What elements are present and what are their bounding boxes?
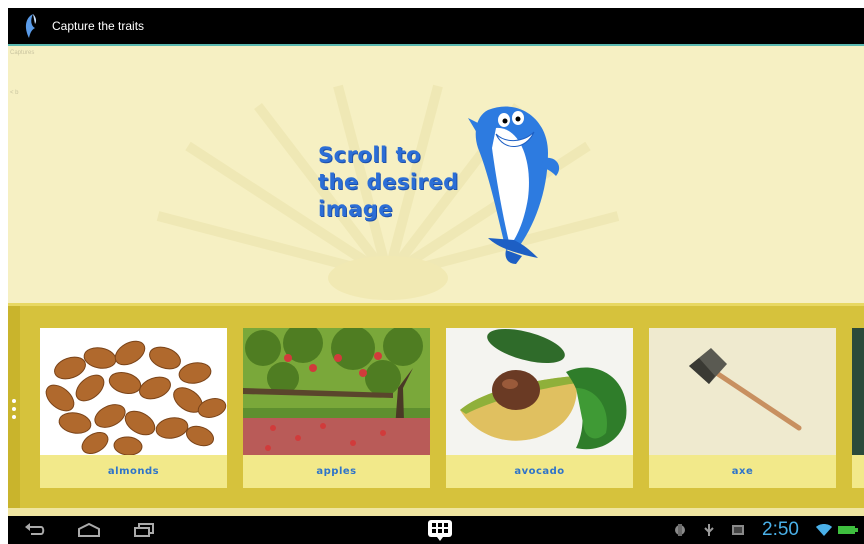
card-almonds[interactable]: almonds bbox=[40, 328, 227, 488]
scroll-instruction-line-1: Scroll to bbox=[318, 143, 422, 167]
carousel-bottom-border bbox=[8, 508, 864, 516]
usb-icon bbox=[702, 520, 716, 540]
app-window: Capture the traits Captures < b Scroll t… bbox=[8, 8, 864, 544]
image-carousel[interactable]: almonds apples avocado axe bbox=[8, 303, 864, 511]
card-avocado[interactable]: avocado bbox=[446, 328, 633, 488]
avocado-photo bbox=[446, 328, 633, 455]
scroll-instruction-line-3: image bbox=[318, 197, 394, 221]
app-grid-icon[interactable] bbox=[426, 520, 454, 541]
usb-debug-icon bbox=[672, 520, 688, 540]
main-content: Captures < b Scroll to the desired image bbox=[8, 46, 864, 516]
drag-handle[interactable] bbox=[8, 306, 20, 511]
card-label: apples bbox=[316, 466, 357, 477]
wifi-icon bbox=[816, 520, 832, 540]
card-axe[interactable]: axe bbox=[649, 328, 836, 488]
sd-card-icon bbox=[730, 520, 746, 540]
system-navigation-bar: 2:50 bbox=[8, 516, 864, 544]
home-icon[interactable] bbox=[76, 520, 102, 540]
recent-apps-icon[interactable] bbox=[132, 520, 156, 540]
dolphin-app-icon[interactable] bbox=[18, 11, 44, 41]
card-apples[interactable]: apples bbox=[243, 328, 430, 488]
apple-tree-photo bbox=[243, 328, 430, 455]
card-label: axe bbox=[731, 466, 754, 477]
card-label: almonds bbox=[107, 466, 160, 477]
scroll-instruction: Scroll to the desired image bbox=[318, 142, 459, 223]
axe-photo bbox=[649, 328, 836, 455]
almonds-photo bbox=[40, 328, 227, 455]
shark-mascot bbox=[468, 106, 560, 264]
card-partial[interactable] bbox=[852, 328, 864, 488]
app-title: Capture the traits bbox=[52, 19, 145, 33]
battery-icon bbox=[838, 520, 858, 540]
card-label: avocado bbox=[514, 466, 565, 477]
scroll-instruction-line-2: the desired bbox=[318, 170, 459, 194]
back-icon[interactable] bbox=[22, 520, 46, 540]
status-clock: 2:50 bbox=[762, 519, 799, 540]
action-bar: Capture the traits bbox=[8, 8, 864, 44]
